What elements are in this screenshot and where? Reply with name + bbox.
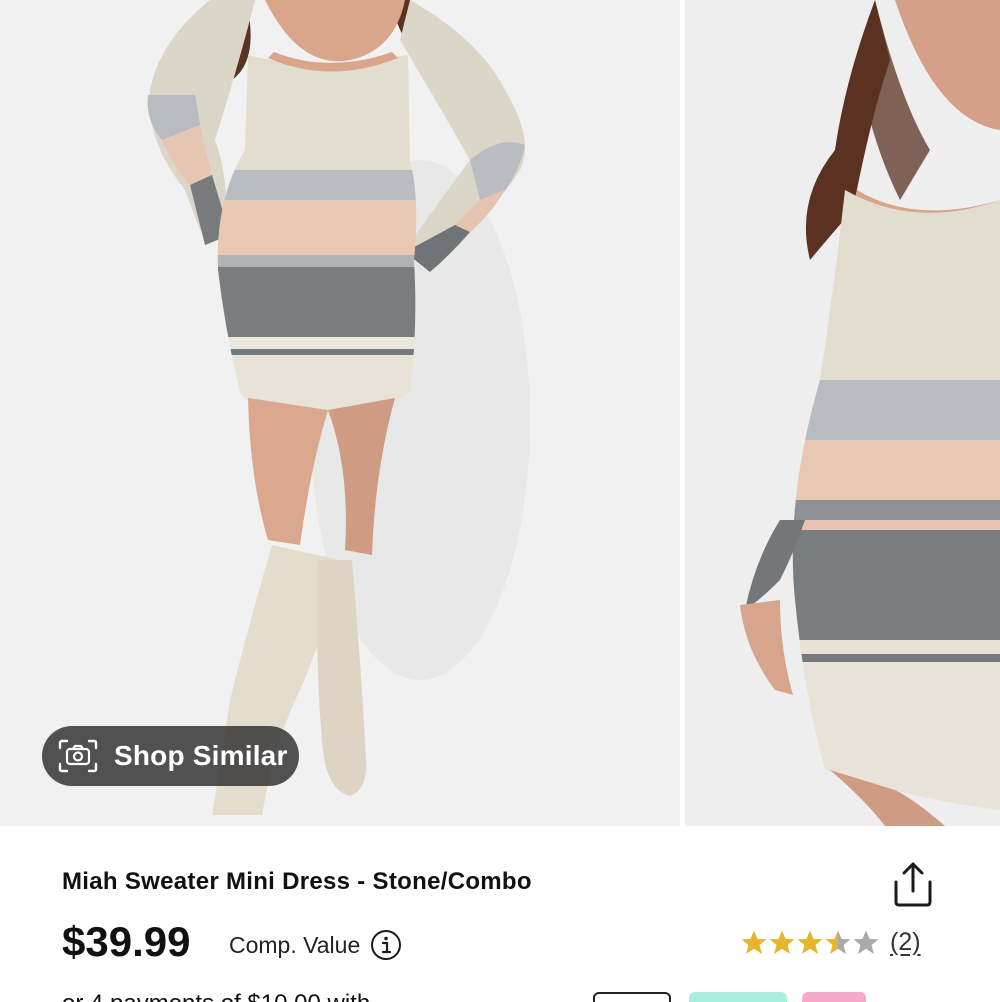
product-price: $39.99 xyxy=(62,918,191,965)
product-image-gallery[interactable]: Shop Similar xyxy=(0,0,1000,826)
product-photo-side[interactable] xyxy=(685,0,1000,826)
product-photo-side-art xyxy=(685,0,1000,826)
star-icon xyxy=(769,930,795,954)
rating-stars xyxy=(740,929,880,957)
star-icon xyxy=(825,930,851,954)
installment-text: or 4 payments of $10.00 with xyxy=(62,992,577,1002)
installment-text-value: or 4 payments of $10.00 with xyxy=(62,992,370,1002)
product-photo-front[interactable] xyxy=(0,0,680,826)
camera-icon xyxy=(56,736,100,776)
comp-value: Comp. Value xyxy=(229,929,402,961)
payment-option-green[interactable] xyxy=(689,992,787,1002)
star-icon xyxy=(853,930,879,954)
payment-option-afterpay[interactable] xyxy=(593,992,671,1002)
product-info: Miah Sweater Mini Dress - Stone/Combo $3… xyxy=(0,826,1000,1002)
star-icon xyxy=(797,930,823,954)
shop-similar-label: Shop Similar xyxy=(114,740,288,771)
payment-option-pink[interactable] xyxy=(802,992,866,1002)
product-title: Miah Sweater Mini Dress - Stone/Combo xyxy=(62,868,532,895)
info-icon[interactable] xyxy=(370,929,402,961)
review-count[interactable]: (2) xyxy=(890,928,921,957)
comp-value-label: Comp. Value xyxy=(229,931,361,958)
product-photo-front-art xyxy=(0,0,680,826)
installment-row: or 4 payments of $10.00 with xyxy=(0,992,1000,1002)
star-icon xyxy=(741,930,767,954)
share-icon xyxy=(894,862,932,907)
shop-similar-button[interactable]: Shop Similar xyxy=(42,726,299,786)
share-button[interactable] xyxy=(888,860,938,910)
product-rating[interactable]: (2) xyxy=(740,928,921,957)
